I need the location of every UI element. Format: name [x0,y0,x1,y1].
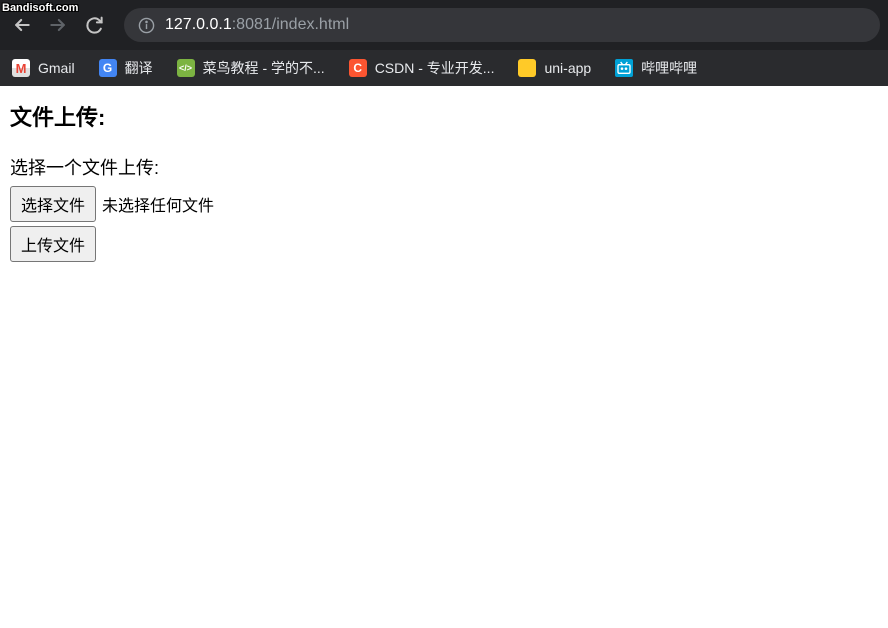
bookmark-label: 哔哩哔哩 [641,58,697,78]
back-button[interactable] [8,11,36,39]
nav-row: 127.0.0.1:8081/index.html [0,0,888,50]
bookmark-csdn[interactable]: C CSDN - 专业开发... [349,58,495,78]
bookmark-label: uni-app [544,60,591,76]
forward-button[interactable] [44,11,72,39]
upload-submit-button[interactable]: 上传文件 [10,226,96,262]
bookmark-label: Gmail [38,60,75,76]
bookmark-runoob[interactable]: </> 菜鸟教程 - 学的不... [177,58,325,78]
form-label: 选择一个文件上传: [10,154,878,180]
bilibili-icon [615,59,633,77]
translate-icon: G [99,59,117,77]
gmail-icon [12,59,30,77]
reload-button[interactable] [80,11,108,39]
file-input-row: 选择文件 未选择任何文件 [10,186,878,222]
bookmark-label: CSDN - 专业开发... [375,58,495,78]
bookmark-translate[interactable]: G 翻译 [99,58,153,78]
csdn-icon: C [349,59,367,77]
url-bar[interactable]: 127.0.0.1:8081/index.html [124,8,880,42]
bookmarks-bar: Gmail G 翻译 </> 菜鸟教程 - 学的不... C CSDN - 专业… [0,50,888,86]
info-icon[interactable] [138,17,155,34]
page-title: 文件上传: [10,100,878,132]
bookmark-uniapp[interactable]: uni-app [518,59,591,77]
watermark: Bandisoft.com [2,2,78,14]
bookmark-gmail[interactable]: Gmail [12,59,75,77]
runoob-icon: </> [177,59,195,77]
folder-icon [518,59,536,77]
url-host: 127.0.0.1 [165,16,232,33]
browser-chrome: 127.0.0.1:8081/index.html Gmail G 翻译 </>… [0,0,888,86]
bookmark-label: 菜鸟教程 - 学的不... [203,58,325,78]
url-path: /index.html [272,16,349,33]
page-content: 文件上传: 选择一个文件上传: 选择文件 未选择任何文件 上传文件 [0,86,888,276]
bookmark-label: 翻译 [125,58,153,78]
choose-file-button[interactable]: 选择文件 [10,186,96,222]
file-status-text: 未选择任何文件 [102,192,214,216]
url-text: 127.0.0.1:8081/index.html [165,16,349,34]
bookmark-bilibili[interactable]: 哔哩哔哩 [615,58,697,78]
url-port: :8081 [232,16,272,33]
